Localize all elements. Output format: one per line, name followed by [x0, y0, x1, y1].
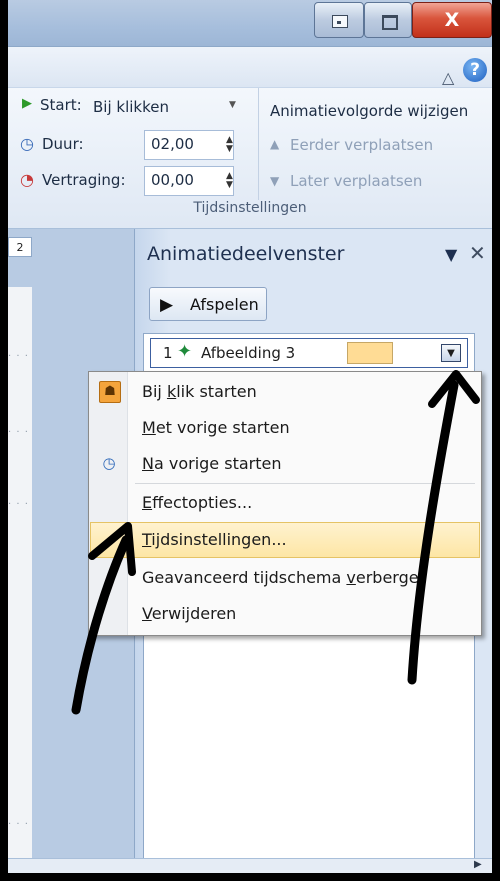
- right-arrow-shaft: [407, 380, 459, 685]
- left-arrow-shaft: [71, 535, 131, 715]
- scroll-right-icon[interactable]: ▶: [474, 859, 482, 870]
- annotation-arrows: [71, 370, 480, 715]
- horizontal-scrollbar[interactable]: ▶: [8, 858, 492, 873]
- powerpoint-window: X △ ? ▶ Start: Bij klikken ▼ ◷ Duur: 02,…: [8, 0, 492, 873]
